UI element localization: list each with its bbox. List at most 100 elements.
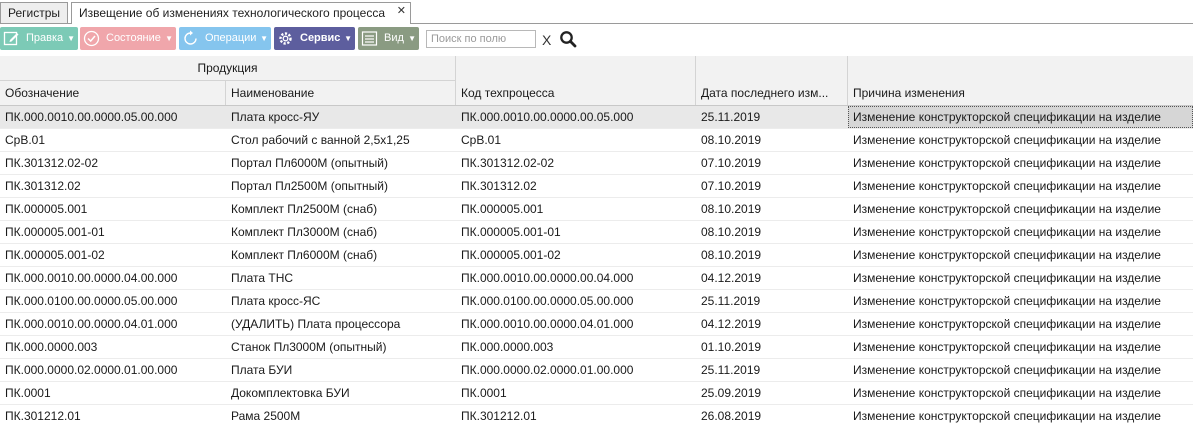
cell-designation[interactable]: ПК.000.0100.00.0000.05.00.000 xyxy=(0,290,226,312)
cell-change-reason[interactable]: Изменение конструкторской спецификации н… xyxy=(848,336,1193,358)
tab-registers[interactable]: Регистры xyxy=(0,2,68,23)
column-header-process-code[interactable]: Код техпроцесса xyxy=(456,56,696,105)
table-row[interactable]: ПК.000.0000.003 Станок Пл3000М (опытный) П… xyxy=(0,336,1193,359)
search-icon[interactable] xyxy=(559,30,577,48)
table-row[interactable]: ПК.0001 Докомплектовка БУИ ПК.0001 25.09.20… xyxy=(0,382,1193,405)
operations-menu-button[interactable]: Операции ▼ xyxy=(179,27,271,50)
column-header-change-reason[interactable]: Причина изменения xyxy=(848,56,1193,105)
view-menu-button[interactable]: Вид ▼ xyxy=(358,27,419,50)
cell-designation[interactable]: ПК.000.0000.003 xyxy=(0,336,226,358)
cell-process-code[interactable]: ПК.000.0010.00.0000.04.01.000 xyxy=(456,313,696,335)
cell-date[interactable]: 25.11.2019 xyxy=(696,106,848,128)
cell-change-reason[interactable]: Изменение конструкторской спецификации н… xyxy=(848,106,1193,128)
table-row[interactable]: ПК.000.0100.00.0000.05.00.000 Плата кросс… xyxy=(0,290,1193,313)
cell-change-reason[interactable]: Изменение конструкторской спецификации н… xyxy=(848,267,1193,289)
cell-change-reason[interactable]: Изменение конструкторской спецификации н… xyxy=(848,221,1193,243)
clear-search-button[interactable]: X xyxy=(542,32,551,48)
state-menu-button[interactable]: Состояние ▼ xyxy=(80,27,176,50)
cell-date[interactable]: 08.10.2019 xyxy=(696,221,848,243)
cell-designation[interactable]: ПК.000005.001-01 xyxy=(0,221,226,243)
table-row[interactable]: ПК.301312.02-02 Портал Пл6000М (опытный) П… xyxy=(0,152,1193,175)
cell-name[interactable]: Станок Пл3000М (опытный) xyxy=(226,336,456,358)
cell-designation[interactable]: ПК.000.0010.00.0000.04.01.000 xyxy=(0,313,226,335)
service-menu-button[interactable]: Сервис ▼ xyxy=(274,27,355,50)
cell-designation[interactable]: ПК.000005.001-02 xyxy=(0,244,226,266)
cell-date[interactable]: 07.10.2019 xyxy=(696,152,848,174)
cell-name[interactable]: Плата кросс-ЯС xyxy=(226,290,456,312)
cell-change-reason[interactable]: Изменение конструкторской спецификации н… xyxy=(848,244,1193,266)
cell-designation[interactable]: ПК.301212.01 xyxy=(0,405,226,426)
cell-change-reason[interactable]: Изменение конструкторской спецификации н… xyxy=(848,359,1193,381)
column-header-designation[interactable]: Обозначение xyxy=(0,81,226,105)
cell-change-reason[interactable]: Изменение конструкторской спецификации н… xyxy=(848,152,1193,174)
cell-name[interactable]: Комплект Пл3000М (снаб) xyxy=(226,221,456,243)
cell-process-code[interactable]: ПК.000.0000.003 xyxy=(456,336,696,358)
cell-name[interactable]: Комплект Пл6000М (снаб) xyxy=(226,244,456,266)
cell-process-code[interactable]: ПК.000005.001-01 xyxy=(456,221,696,243)
cell-date[interactable]: 25.11.2019 xyxy=(696,290,848,312)
table-row[interactable]: ПК.301312.02 Портал Пл2500М (опытный) ПК.3… xyxy=(0,175,1193,198)
edit-menu-button[interactable]: Правка ▼ xyxy=(0,27,78,50)
column-header-last-change-date[interactable]: Дата последнего изм... xyxy=(696,56,848,105)
cell-designation[interactable]: СрВ.01 xyxy=(0,129,226,151)
cell-date[interactable]: 26.08.2019 xyxy=(696,405,848,426)
cell-process-code[interactable]: ПК.000.0010.00.0000.00.05.000 xyxy=(456,106,696,128)
close-icon[interactable]: ✕ xyxy=(397,4,406,17)
cell-process-code[interactable]: ПК.000.0010.00.0000.00.04.000 xyxy=(456,267,696,289)
table-row[interactable]: ПК.301212.01 Рама 2500М ПК.301212.01 26.08.… xyxy=(0,405,1193,426)
cell-name[interactable]: Плата БУИ xyxy=(226,359,456,381)
cell-date[interactable]: 08.10.2019 xyxy=(696,198,848,220)
table-row[interactable]: СрВ.01 Стол рабочий с ванной 2,5х1,25 СрВ.… xyxy=(0,129,1193,152)
cell-process-code[interactable]: ПК.000.0000.02.0000.01.00.000 xyxy=(456,359,696,381)
cell-name[interactable]: Портал Пл6000М (опытный) xyxy=(226,152,456,174)
table-row[interactable]: ПК.000.0010.00.0000.04.01.000 (УДАЛИТЬ) П… xyxy=(0,313,1193,336)
cell-name[interactable]: Плата кросс-ЯУ xyxy=(226,106,456,128)
cell-process-code[interactable]: ПК.301312.02 xyxy=(456,175,696,197)
table-row[interactable]: ПК.000005.001-01 Комплект Пл3000М (снаб) П… xyxy=(0,221,1193,244)
cell-name[interactable]: (УДАЛИТЬ) Плата процессора xyxy=(226,313,456,335)
cell-change-reason[interactable]: Изменение конструкторской спецификации н… xyxy=(848,129,1193,151)
cell-change-reason[interactable]: Изменение конструкторской спецификации н… xyxy=(848,382,1193,404)
cell-date[interactable]: 04.12.2019 xyxy=(696,313,848,335)
table-row[interactable]: ПК.000.0000.02.0000.01.00.000 Плата БУИ ПК… xyxy=(0,359,1193,382)
cell-change-reason[interactable]: Изменение конструкторской спецификации н… xyxy=(848,198,1193,220)
table-row[interactable]: ПК.000.0010.00.0000.05.00.000 Плата кросс… xyxy=(0,106,1193,129)
table-row[interactable]: ПК.000005.001-02 Комплект Пл6000М (снаб) П… xyxy=(0,244,1193,267)
cell-name[interactable]: Портал Пл2500М (опытный) xyxy=(226,175,456,197)
cell-process-code[interactable]: ПК.301212.01 xyxy=(456,405,696,426)
cell-date[interactable]: 25.11.2019 xyxy=(696,359,848,381)
cell-change-reason[interactable]: Изменение конструкторской спецификации н… xyxy=(848,175,1193,197)
cell-change-reason[interactable]: Изменение конструкторской спецификации н… xyxy=(848,405,1193,426)
cell-process-code[interactable]: ПК.301312.02-02 xyxy=(456,152,696,174)
cell-process-code[interactable]: ПК.0001 xyxy=(456,382,696,404)
cell-process-code[interactable]: ПК.000005.001-02 xyxy=(456,244,696,266)
cell-name[interactable]: Плата ТНС xyxy=(226,267,456,289)
table-row[interactable]: ПК.000005.001 Комплект Пл2500М (снаб) ПК.0… xyxy=(0,198,1193,221)
tab-change-notice[interactable]: Извещение об изменениях технологического… xyxy=(71,2,411,24)
column-header-name[interactable]: Наименование xyxy=(226,81,456,105)
cell-date[interactable]: 25.09.2019 xyxy=(696,382,848,404)
cell-process-code[interactable]: ПК.000.0100.00.0000.05.00.000 xyxy=(456,290,696,312)
cell-designation[interactable]: ПК.301312.02 xyxy=(0,175,226,197)
table-row[interactable]: ПК.000.0010.00.0000.04.00.000 Плата ТНС ПК… xyxy=(0,267,1193,290)
cell-date[interactable]: 08.10.2019 xyxy=(696,129,848,151)
cell-name[interactable]: Рама 2500М xyxy=(226,405,456,426)
cell-change-reason[interactable]: Изменение конструкторской спецификации н… xyxy=(848,290,1193,312)
cell-designation[interactable]: ПК.000.0010.00.0000.05.00.000 xyxy=(0,106,226,128)
cell-designation[interactable]: ПК.301312.02-02 xyxy=(0,152,226,174)
cell-designation[interactable]: ПК.000.0000.02.0000.01.00.000 xyxy=(0,359,226,381)
cell-process-code[interactable]: СрВ.01 xyxy=(456,129,696,151)
cell-designation[interactable]: ПК.000.0010.00.0000.04.00.000 xyxy=(0,267,226,289)
cell-date[interactable]: 01.10.2019 xyxy=(696,336,848,358)
cell-designation[interactable]: ПК.000005.001 xyxy=(0,198,226,220)
cell-date[interactable]: 08.10.2019 xyxy=(696,244,848,266)
search-input[interactable] xyxy=(426,30,536,48)
cell-name[interactable]: Стол рабочий с ванной 2,5х1,25 xyxy=(226,129,456,151)
cell-designation[interactable]: ПК.0001 xyxy=(0,382,226,404)
cell-name[interactable]: Докомплектовка БУИ xyxy=(226,382,456,404)
cell-process-code[interactable]: ПК.000005.001 xyxy=(456,198,696,220)
cell-change-reason[interactable]: Изменение конструкторской спецификации н… xyxy=(848,313,1193,335)
cell-date[interactable]: 07.10.2019 xyxy=(696,175,848,197)
cell-name[interactable]: Комплект Пл2500М (снаб) xyxy=(226,198,456,220)
cell-date[interactable]: 04.12.2019 xyxy=(696,267,848,289)
